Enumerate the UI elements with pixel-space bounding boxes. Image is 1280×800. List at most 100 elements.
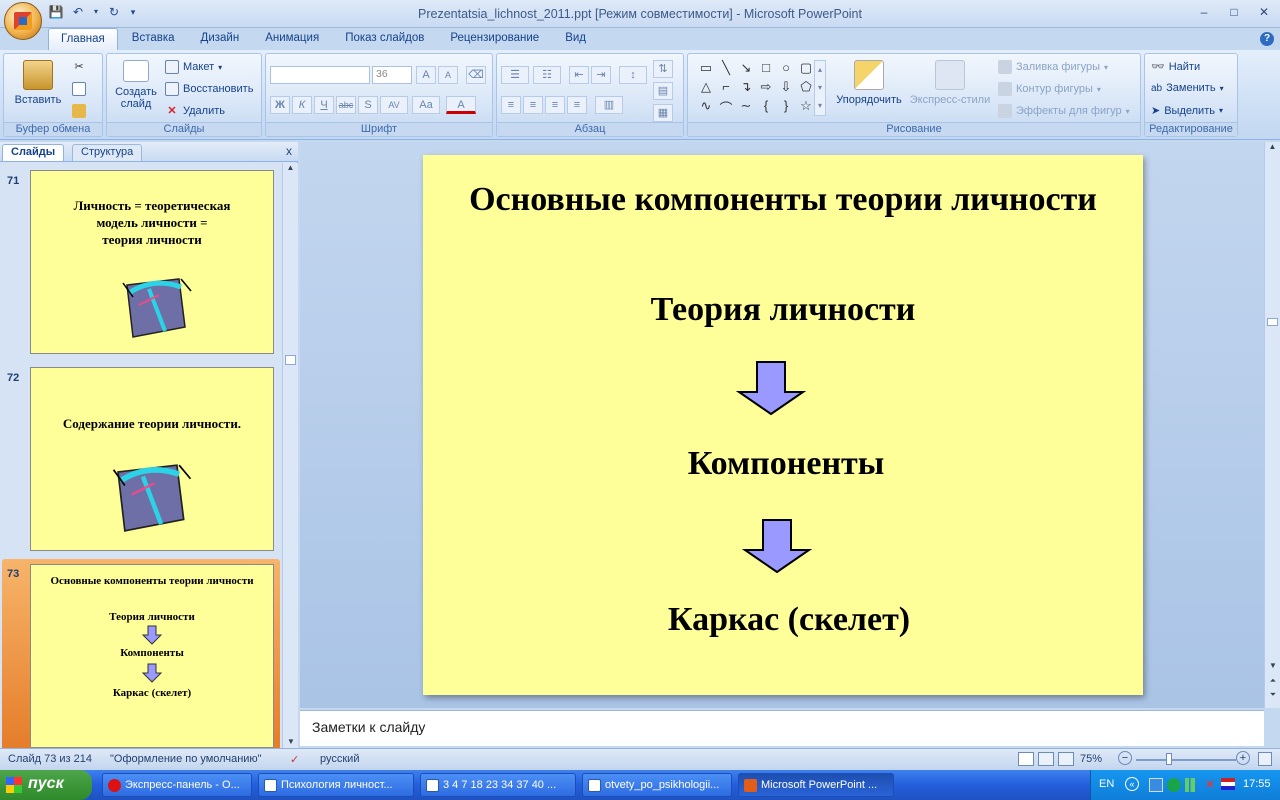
sorter-view-icon[interactable] (1038, 752, 1054, 766)
taskbar-item-opera[interactable]: Экспресс-панель - О... (102, 773, 252, 797)
thumbnail-scrollbar[interactable]: ▲ ▼ (282, 163, 298, 748)
tab-slideshow[interactable]: Показ слайдов (333, 28, 436, 50)
new-slide-button[interactable]: Создать слайд (111, 60, 161, 110)
numbering-button[interactable]: ☷ (533, 66, 561, 84)
quick-styles-button[interactable]: Экспресс-стили (908, 60, 992, 106)
scroll-up-arrow-icon[interactable]: ▲ (283, 163, 298, 177)
help-icon[interactable]: ? (1260, 32, 1274, 46)
previous-slide-icon[interactable]: ⏶ (1265, 676, 1280, 686)
line-spacing-button[interactable]: ↕ (619, 66, 647, 84)
language-indicator[interactable]: русский (320, 753, 359, 765)
align-left-button[interactable]: ≡ (501, 96, 521, 114)
delete-slide-button[interactable]: ✕ Удалить (165, 104, 225, 118)
right-arrow-shape-icon[interactable]: ⇨ (756, 79, 776, 98)
elbow-arrow-icon[interactable]: ↴ (736, 79, 756, 98)
arrange-button[interactable]: Упорядочить (834, 60, 904, 106)
tab-review[interactable]: Рецензирование (438, 28, 551, 50)
star-shape-icon[interactable]: ☆ (796, 98, 816, 117)
zoom-in-icon[interactable]: + (1236, 751, 1250, 765)
align-text-button[interactable]: ▤ (653, 82, 673, 100)
slide-item-framework[interactable]: Каркас (скелет) (423, 601, 1143, 639)
network-icon[interactable] (1149, 778, 1163, 792)
arrow-line-shape-icon[interactable]: ↘ (736, 60, 756, 79)
freeform-shape-icon[interactable]: ∼ (736, 98, 756, 117)
pentagon-shape-icon[interactable]: ⬠ (796, 79, 816, 98)
decrease-indent-button[interactable]: ⇤ (569, 66, 589, 84)
scroll-down-arrow-icon[interactable]: ▼ (283, 737, 299, 746)
start-button[interactable]: пуск (0, 770, 92, 800)
clear-format-button[interactable]: ⌫ (466, 66, 486, 84)
collapse-tray-icon[interactable]: « (1125, 777, 1139, 791)
down-arrow-shape-icon[interactable]: ⇩ (776, 79, 796, 98)
next-slide-icon[interactable]: ⏷ (1265, 690, 1280, 700)
underline-button[interactable]: Ч (314, 96, 334, 114)
antivirus-icon[interactable]: ✕ (1203, 778, 1217, 792)
tab-outline[interactable]: Структура (72, 144, 143, 161)
close-button[interactable]: ✕ (1252, 4, 1276, 20)
skype-icon[interactable] (1167, 778, 1181, 792)
scroll-thumb[interactable] (285, 355, 296, 365)
signal-icon[interactable] (1185, 778, 1199, 792)
office-button[interactable] (4, 2, 42, 40)
tab-slides[interactable]: Слайды (2, 144, 65, 161)
change-case-button[interactable]: Aa (412, 96, 440, 114)
clock[interactable]: 17:55 (1243, 778, 1271, 790)
strikethrough-button[interactable]: abc (336, 96, 356, 114)
tab-animation[interactable]: Анимация (253, 28, 331, 50)
scroll-up-arrow-icon[interactable]: ▲ (1265, 142, 1280, 156)
tab-design[interactable]: Дизайн (189, 28, 252, 50)
shape-effects-button[interactable]: Эффекты для фигур ▾ (998, 104, 1130, 118)
elbow-connector-icon[interactable]: ⌐ (716, 79, 736, 98)
justify-button[interactable]: ≡ (567, 96, 587, 114)
slide-title[interactable]: Основные компоненты теории личности (423, 181, 1143, 219)
language-indicator[interactable]: EN (1099, 778, 1114, 790)
theme-name[interactable]: "Оформление по умолчанию" (110, 753, 262, 765)
textbox-shape-icon[interactable]: ▭ (696, 60, 716, 79)
flag-icon[interactable] (1221, 778, 1235, 790)
format-painter-button[interactable] (72, 104, 86, 118)
grow-font-button[interactable]: A (416, 66, 436, 84)
zoom-slider[interactable] (1136, 759, 1236, 761)
char-spacing-button[interactable]: AV (380, 96, 408, 114)
taskbar-item-doc3[interactable]: otvety_po_psikhologii... (582, 773, 732, 797)
slideshow-view-icon[interactable] (1058, 752, 1074, 766)
line-shape-icon[interactable]: ╲ (716, 60, 736, 79)
normal-view-icon[interactable] (1018, 752, 1034, 766)
minimize-button[interactable]: – (1192, 4, 1216, 20)
shape-fill-button[interactable]: Заливка фигуры ▾ (998, 60, 1108, 74)
align-center-button[interactable]: ≡ (523, 96, 543, 114)
zoom-level[interactable]: 75% (1080, 753, 1102, 765)
shape-outline-button[interactable]: Контур фигуры ▾ (998, 82, 1101, 96)
shapes-gallery[interactable]: ▭ ╲ ↘ □ ○ ▢ △ ⌐ ↴ ⇨ ⇩ ⬠ ∿ ⌒ ∼{} ☆ (696, 60, 822, 118)
triangle-shape-icon[interactable]: △ (696, 79, 716, 98)
font-color-button[interactable]: A (446, 96, 476, 114)
taskbar-item-doc1[interactable]: Психология личност... (258, 773, 414, 797)
arc-shape-icon[interactable]: ⌒ (716, 98, 736, 117)
paste-button[interactable]: Вставить (12, 60, 64, 106)
slide-thumbnail-72[interactable]: Содержание теории личности. (30, 367, 274, 551)
oval-shape-icon[interactable]: ○ (776, 60, 796, 79)
scroll-down-arrow-icon[interactable]: ▼ (1265, 661, 1280, 670)
find-button[interactable]: 👓 Найти (1151, 60, 1200, 74)
select-button[interactable]: ➤ Выделить ▾ (1151, 104, 1223, 118)
brace-left-icon[interactable]: { (756, 98, 776, 117)
increase-indent-button[interactable]: ⇥ (591, 66, 611, 84)
brace-right-icon[interactable]: } (776, 98, 796, 117)
editor-scrollbar[interactable]: ▲ ▼ ⏶ ⏷ (1264, 142, 1280, 708)
align-right-button[interactable]: ≡ (545, 96, 565, 114)
font-size-combo[interactable]: 36 (372, 66, 412, 84)
zoom-out-icon[interactable]: − (1118, 751, 1132, 765)
layout-button[interactable]: Макет ▾ (165, 60, 222, 74)
spellcheck-icon[interactable]: ✓ (290, 753, 299, 766)
slide-item-theory[interactable]: Теория личности (423, 291, 1143, 329)
shapes-more-button[interactable]: ▴ ▾ ▾ (814, 60, 826, 116)
rounded-rect-shape-icon[interactable]: ▢ (796, 60, 816, 79)
maximize-button[interactable]: □ (1222, 4, 1246, 20)
smartart-button[interactable]: ▦ (653, 104, 673, 122)
columns-button[interactable]: ▥ (595, 96, 623, 114)
replace-button[interactable]: ab Заменить ▾ (1151, 82, 1224, 94)
italic-button[interactable]: К (292, 96, 312, 114)
taskbar-item-powerpoint[interactable]: Microsoft PowerPoint ... (738, 773, 894, 797)
bold-button[interactable]: Ж (270, 96, 290, 114)
current-slide[interactable]: Основные компоненты теории личности Теор… (423, 155, 1143, 695)
